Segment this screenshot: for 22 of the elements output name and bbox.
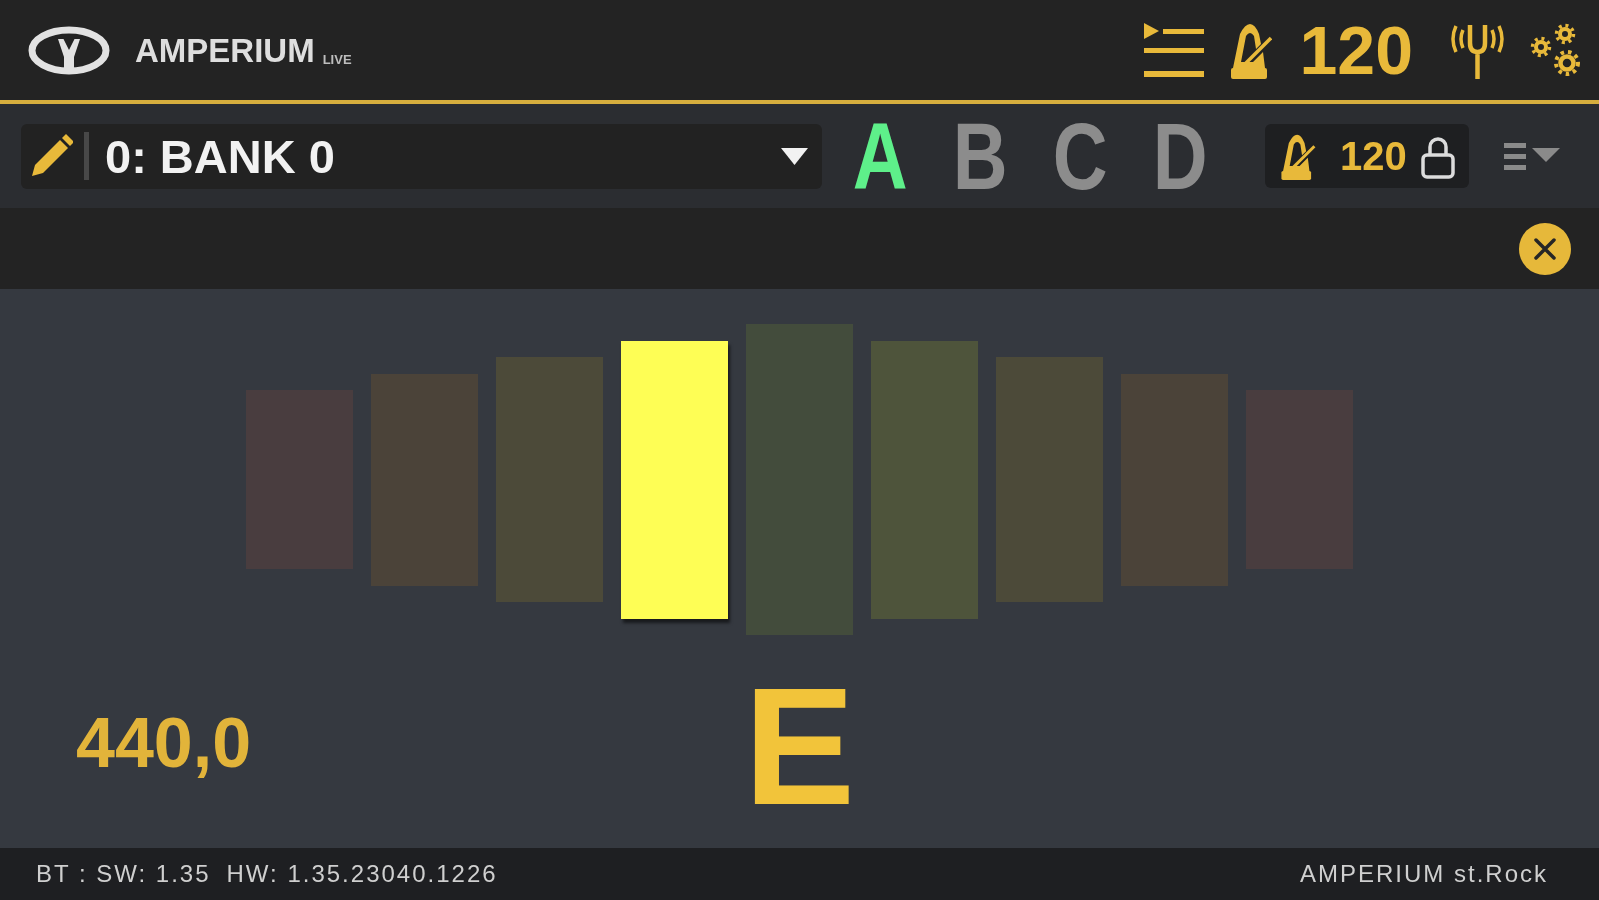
close-icon[interactable] [1519, 222, 1571, 275]
logo-title: AMPERIUM [135, 33, 315, 67]
note-label: E [743, 663, 856, 830]
caret-icon [781, 147, 808, 165]
logo-icon [28, 25, 110, 75]
menu-icon[interactable] [1504, 141, 1561, 171]
preset-tab[interactable]: B [930, 120, 1030, 192]
status-text: AMPERIUM st.Rock [1299, 862, 1548, 886]
status-text: BT : SW: 1.35 [36, 862, 211, 886]
preset-tab[interactable]: C [1030, 120, 1130, 192]
playlist-icon[interactable] [1143, 22, 1204, 78]
preset-tab[interactable]: A [830, 120, 930, 192]
tempo-display: 120 [1299, 16, 1413, 84]
metronome-icon[interactable] [1228, 21, 1272, 79]
bank-dropdown[interactable]: 0: BANK 0 [105, 132, 808, 180]
tempo-value: 120 [1340, 136, 1407, 176]
preset-tab[interactable]: D [1130, 120, 1230, 192]
frequency-label: 440,0 [76, 704, 252, 782]
logo-subtitle: LIVE [322, 52, 352, 66]
metronome-icon[interactable] [1279, 132, 1316, 180]
status-text: HW: 1.35.23040.1226 [226, 862, 498, 886]
pencil-icon[interactable] [30, 134, 73, 178]
